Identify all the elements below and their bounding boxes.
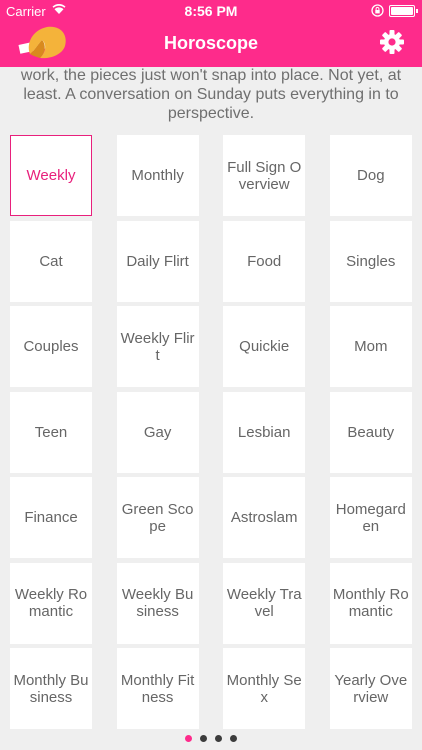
category-tile[interactable]: Monthly Sex: [223, 648, 306, 729]
category-tile[interactable]: Finance: [10, 477, 92, 558]
navigation-bar: Carrier 8:56 PM Horoscope: [0, 0, 422, 67]
page-dot[interactable]: [185, 735, 192, 742]
category-tile[interactable]: Dog: [329, 135, 412, 216]
category-tile[interactable]: Weekly Business: [116, 562, 199, 644]
category-tile[interactable]: Yearly Overview: [329, 648, 412, 729]
category-tile[interactable]: Food: [223, 220, 306, 302]
page-title: Horoscope: [163, 33, 259, 53]
category-tile[interactable]: Green Scope: [116, 477, 199, 558]
category-tile[interactable]: Homegarden: [329, 477, 412, 558]
category-tile[interactable]: Monthly Fitness: [116, 648, 199, 729]
category-tile[interactable]: Beauty: [329, 391, 412, 473]
orientation-lock-icon: [371, 4, 384, 20]
category-tile[interactable]: Monthly: [116, 135, 199, 216]
page-dot[interactable]: [215, 735, 222, 742]
page-dot[interactable]: [230, 735, 237, 742]
category-tile[interactable]: Couples: [10, 306, 92, 387]
battery-icon: [389, 5, 418, 17]
category-tile[interactable]: Gay: [116, 391, 199, 473]
page-indicator: [0, 735, 422, 742]
category-tile[interactable]: Weekly: [10, 135, 92, 216]
category-tile[interactable]: Weekly Travel: [223, 562, 306, 644]
horoscope-text: work, the pieces just won't snap into pl…: [20, 67, 402, 122]
category-tile[interactable]: Teen: [10, 391, 92, 473]
page-dot[interactable]: [200, 735, 207, 742]
gear-icon[interactable]: [379, 29, 405, 55]
category-tile[interactable]: Mom: [329, 306, 412, 387]
status-time: 8:56 PM: [184, 3, 238, 19]
category-tile[interactable]: Lesbian: [223, 391, 306, 473]
category-tile[interactable]: Astroslam: [223, 477, 306, 558]
category-tile[interactable]: Full Sign Overview: [223, 135, 306, 216]
category-tile[interactable]: Weekly Romantic: [10, 562, 92, 644]
category-grid: Weekly Monthly Full Sign Overview Dog Cat Dai…: [10, 135, 412, 729]
category-tile[interactable]: Monthly Romantic: [329, 562, 412, 644]
category-tile[interactable]: Weekly Flirt: [116, 306, 199, 387]
category-tile[interactable]: Monthly Business: [10, 648, 92, 729]
category-tile[interactable]: Daily Flirt: [116, 220, 199, 302]
category-tile[interactable]: Singles: [329, 220, 412, 302]
category-tile[interactable]: Quickie: [223, 306, 306, 387]
status-bar: Carrier 8:56 PM: [0, 0, 422, 22]
category-tile[interactable]: Cat: [10, 220, 92, 302]
